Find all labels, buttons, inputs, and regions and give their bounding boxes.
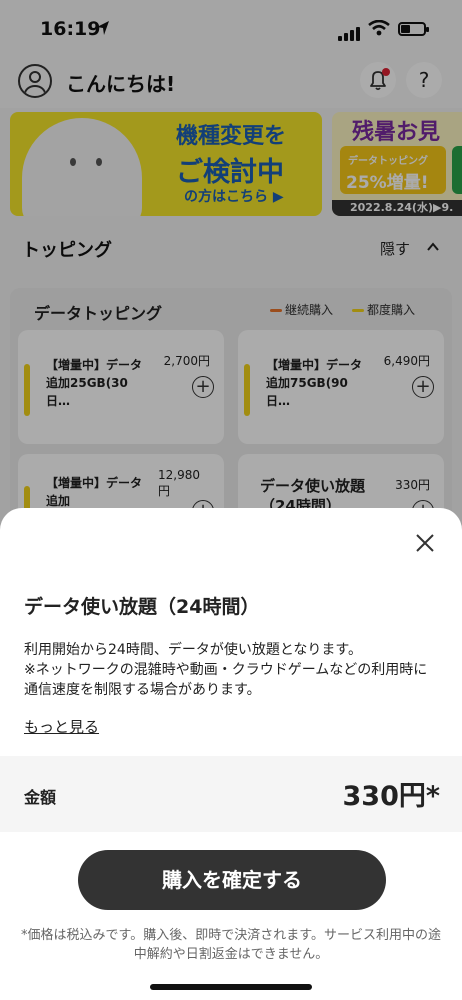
close-icon[interactable] bbox=[414, 532, 436, 554]
price-value: 330円* bbox=[342, 781, 440, 812]
price-label: 金額 bbox=[24, 788, 57, 807]
sheet-title: データ使い放題（24時間） bbox=[24, 596, 260, 618]
sheet-description: 利用開始から24時間、データが使い放題となります。 ※ネットワークの混雑時や動画… bbox=[24, 640, 440, 700]
tax-note: *価格は税込みです。購入後、即時で決済されます。サービス利用中の途中解約や日割返… bbox=[21, 928, 441, 962]
confirm-purchase-button[interactable]: 購入を確定する bbox=[78, 850, 386, 910]
description-line-2: ※ネットワークの混雑時や動画・クラウドゲームなどの利用時に通信速度を制限する場合… bbox=[24, 662, 428, 698]
description-line-1: 利用開始から24時間、データが使い放題となります。 bbox=[24, 642, 362, 658]
home-indicator[interactable] bbox=[150, 984, 312, 990]
more-link[interactable]: もっと見る bbox=[24, 716, 99, 737]
